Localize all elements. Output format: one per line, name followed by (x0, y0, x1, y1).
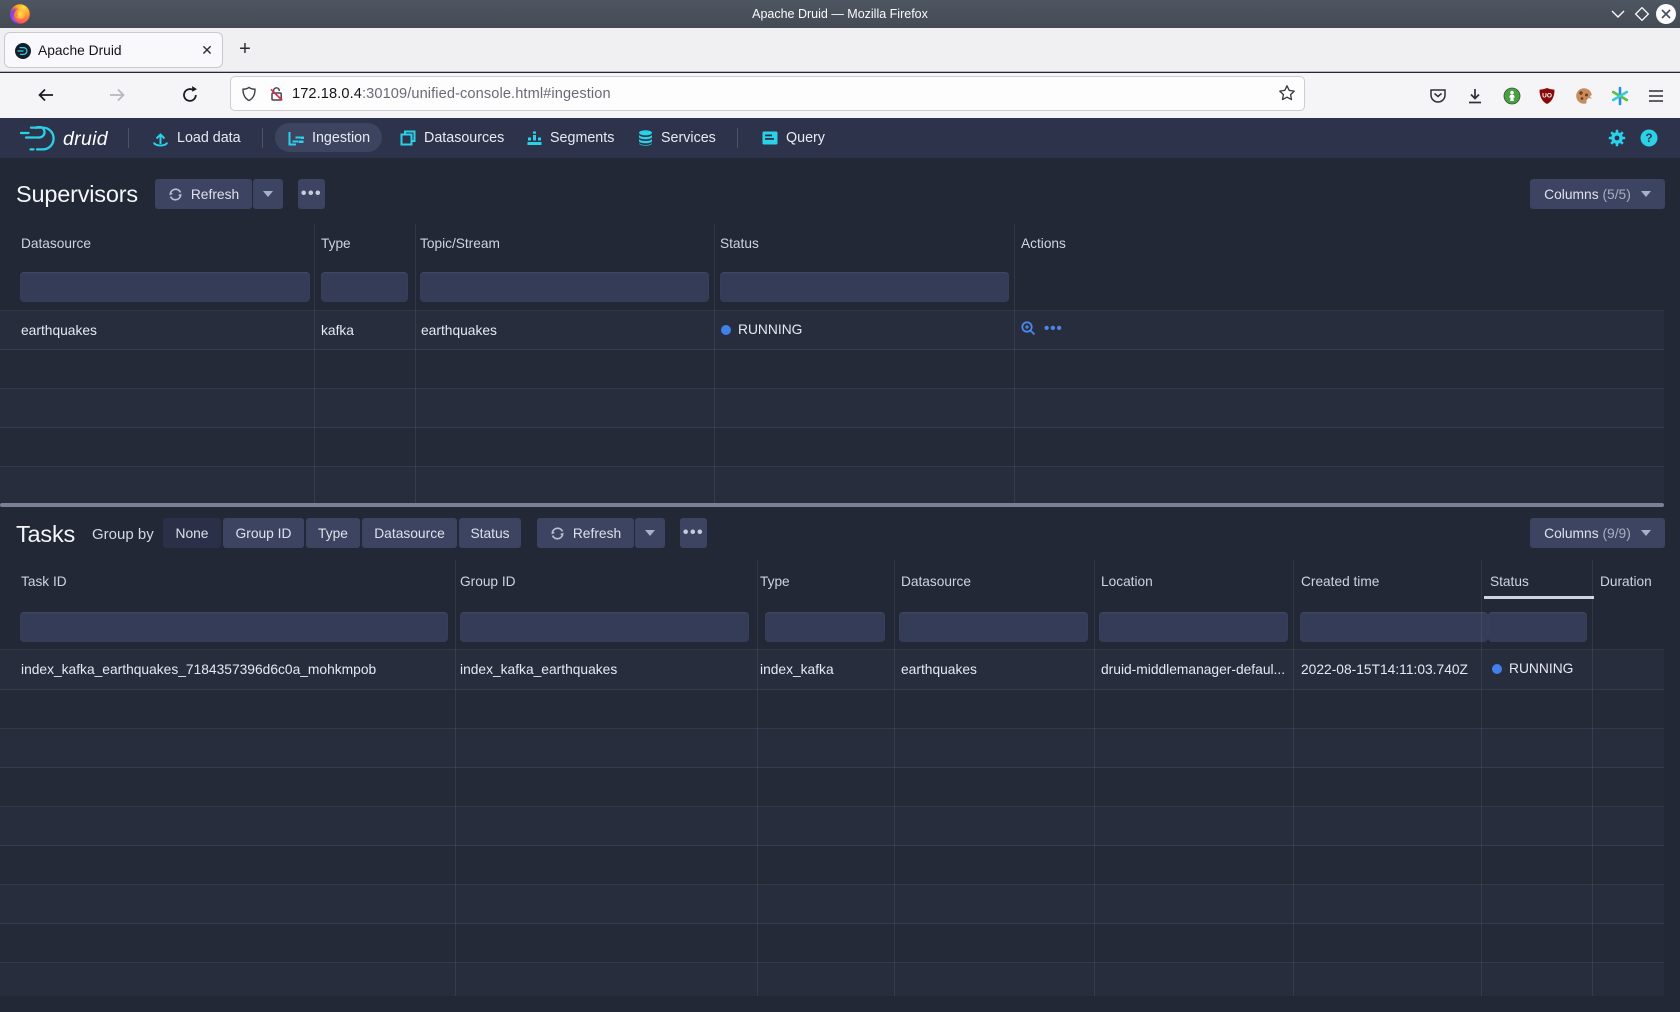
svg-text:?: ? (1645, 133, 1652, 145)
svg-text:UO: UO (1542, 93, 1552, 100)
